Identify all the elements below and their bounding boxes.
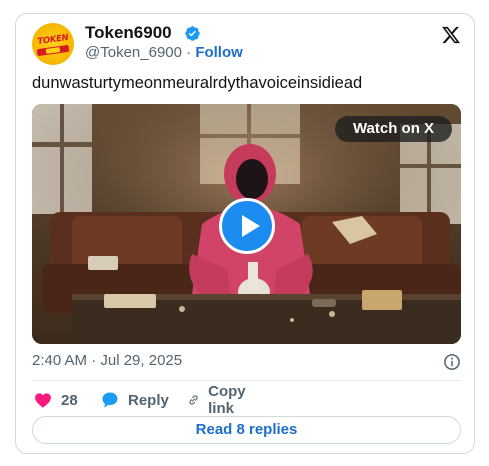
timestamp[interactable]: 2:40 AM · Jul 29, 2025 (32, 352, 182, 369)
video-player[interactable]: Watch on X (32, 104, 461, 344)
play-icon (242, 215, 260, 237)
separator: · (181, 44, 196, 61)
tweet-text: dunwasturtymeonmeuralrdythavoiceinsidiea… (32, 74, 363, 92)
reply-button[interactable]: Reply (100, 388, 169, 412)
read-replies-button[interactable]: Read 8 replies (32, 416, 461, 444)
link-icon (189, 395, 198, 405)
like-button[interactable]: 28 (33, 388, 78, 412)
reply-bubble-icon (102, 392, 118, 408)
avatar[interactable]: TOKEN (32, 23, 74, 65)
like-count: 28 (61, 391, 78, 409)
verified-badge-icon (185, 26, 200, 41)
copy-link-label: Copy link (208, 383, 246, 417)
tweet-card: TOKEN Token6900 @Token_6900 · Follow dun… (15, 13, 475, 454)
follow-button[interactable]: Follow (195, 44, 243, 61)
handle[interactable]: @Token_6900 (85, 44, 182, 61)
display-name[interactable]: Token6900 (85, 23, 172, 43)
reply-label: Reply (128, 391, 169, 409)
play-button[interactable] (219, 198, 275, 254)
info-icon[interactable] (443, 353, 461, 371)
heart-icon (35, 393, 51, 408)
handle-row: @Token_6900 · Follow (85, 44, 243, 61)
copy-link-button[interactable]: Copy link (187, 383, 253, 417)
divider (32, 380, 461, 381)
x-logo-icon[interactable] (441, 25, 461, 45)
watch-on-x-badge[interactable]: Watch on X (335, 116, 452, 142)
